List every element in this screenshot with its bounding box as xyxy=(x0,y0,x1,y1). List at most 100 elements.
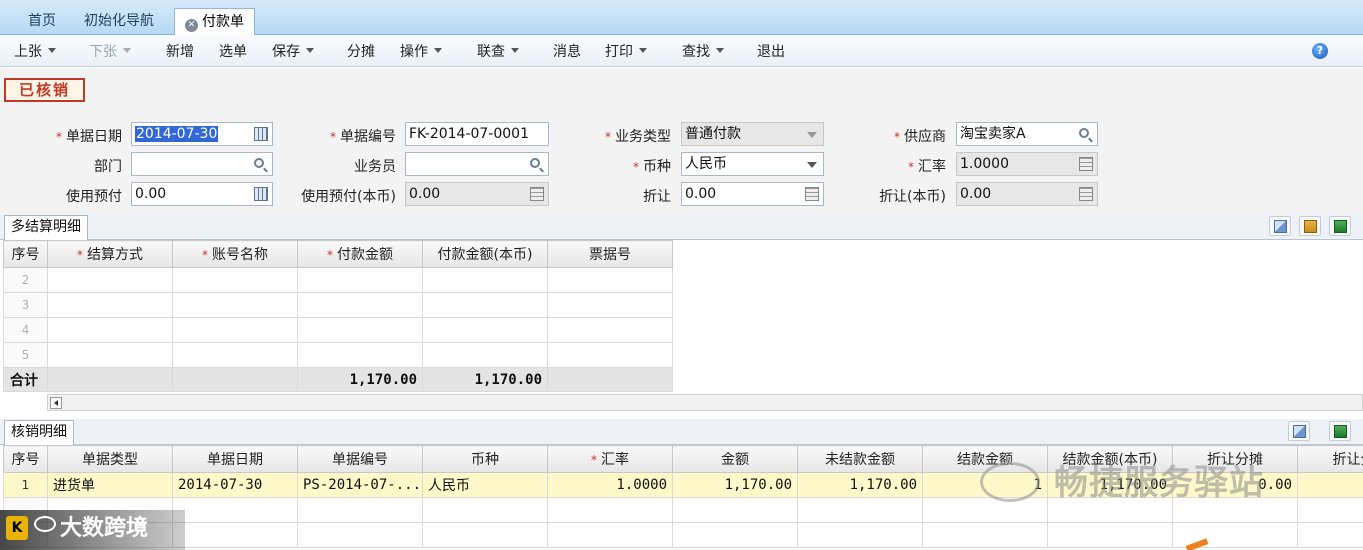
discount-local-field[interactable]: 0.00 xyxy=(956,182,1098,206)
calendar-icon[interactable] xyxy=(254,127,268,141)
table-cell[interactable] xyxy=(547,267,673,293)
column-header[interactable]: 付款金额(本币) xyxy=(422,240,548,268)
supplier-field[interactable]: 淘宝卖家A xyxy=(956,122,1098,146)
copy-button[interactable] xyxy=(1269,216,1291,236)
toolbar-find-button[interactable]: 查找 xyxy=(682,41,724,61)
table-cell[interactable] xyxy=(547,342,673,368)
table-cell[interactable] xyxy=(297,267,423,293)
column-header[interactable]: 序号 xyxy=(3,445,48,473)
column-header[interactable]: 单据日期 xyxy=(172,445,298,473)
close-icon[interactable]: ✕ xyxy=(185,19,198,32)
toolbar-query-button[interactable]: 联查 xyxy=(477,41,519,61)
table-cell[interactable] xyxy=(422,497,548,523)
column-header[interactable]: 折让分摊 xyxy=(1297,445,1363,473)
calculator-icon[interactable] xyxy=(805,187,819,201)
column-header[interactable]: 单据编号 xyxy=(297,445,423,473)
copy-button[interactable] xyxy=(1288,421,1310,441)
column-header[interactable]: 单据类型 xyxy=(47,445,173,473)
table-cell[interactable] xyxy=(672,522,798,548)
table-cell[interactable] xyxy=(547,522,673,548)
table-cell[interactable] xyxy=(422,292,548,318)
table-cell[interactable] xyxy=(922,522,1048,548)
staff-field[interactable] xyxy=(405,152,549,176)
toolbar-save-button[interactable]: 保存 xyxy=(272,41,314,61)
toolbar-print-button[interactable]: 打印 xyxy=(605,41,647,61)
paste-button[interactable] xyxy=(1299,216,1321,236)
tab-payment[interactable]: ✕ 付款单 xyxy=(174,8,255,35)
column-header[interactable]: * 账号名称 xyxy=(172,240,298,268)
table-cell[interactable] xyxy=(172,497,298,523)
chevron-down-icon[interactable] xyxy=(807,132,817,138)
toolbar-allocate-button[interactable]: 分摊 xyxy=(347,41,375,61)
column-header[interactable]: * 结算方式 xyxy=(47,240,173,268)
table-cell[interactable]: 进货单 xyxy=(47,472,173,498)
column-header[interactable]: * 汇率 xyxy=(547,445,673,473)
discount-field[interactable]: 0.00 xyxy=(681,182,824,206)
table-cell[interactable] xyxy=(1297,497,1363,523)
table-cell[interactable] xyxy=(297,497,423,523)
tab-init-guide[interactable]: 初始化导航 xyxy=(74,8,164,35)
toolbar-message-button[interactable]: 消息 xyxy=(553,41,581,61)
horizontal-scrollbar[interactable] xyxy=(47,394,1363,411)
prepay-local-field[interactable]: 0.00 xyxy=(405,182,549,206)
toolbar-operate-button[interactable]: 操作 xyxy=(400,41,442,61)
table-cell[interactable]: 人民币 xyxy=(422,472,548,498)
column-header[interactable]: 票据号 xyxy=(547,240,673,268)
table-cell[interactable] xyxy=(797,522,923,548)
table-cell[interactable] xyxy=(172,522,298,548)
chevron-down-icon[interactable] xyxy=(807,162,817,168)
table-cell[interactable] xyxy=(172,267,298,293)
toolbar-new-button[interactable]: 新增 xyxy=(166,41,194,61)
toolbar-next-button[interactable]: 下张 xyxy=(89,41,131,61)
table-cell[interactable] xyxy=(547,497,673,523)
calculator-icon[interactable] xyxy=(1079,187,1093,201)
table-cell[interactable] xyxy=(297,522,423,548)
biz-type-select[interactable]: 普通付款 xyxy=(681,122,824,146)
table-cell[interactable]: PS-2014-07-... xyxy=(297,472,423,498)
doc-date-field[interactable]: 2014-07-30 xyxy=(131,122,273,146)
table-cell[interactable] xyxy=(172,292,298,318)
column-header[interactable]: 金额 xyxy=(672,445,798,473)
table-cell[interactable] xyxy=(47,292,173,318)
column-header[interactable]: * 付款金额 xyxy=(297,240,423,268)
search-icon[interactable] xyxy=(530,158,540,168)
table-row[interactable]: 4 xyxy=(3,317,673,343)
search-icon[interactable] xyxy=(1079,128,1089,138)
toolbar-exit-button[interactable]: 退出 xyxy=(757,41,785,61)
scroll-left-icon[interactable] xyxy=(50,397,62,409)
doc-no-field[interactable]: FK-2014-07-0001 xyxy=(405,122,549,146)
table-cell[interactable] xyxy=(1297,522,1363,548)
table-cell[interactable]: 2014-07-30 xyxy=(172,472,298,498)
table-cell[interactable] xyxy=(297,342,423,368)
table-cell[interactable] xyxy=(422,522,548,548)
table-cell[interactable]: 1,170.00 xyxy=(797,472,923,498)
table-cell[interactable] xyxy=(172,342,298,368)
table-cell[interactable] xyxy=(47,267,173,293)
table-cell[interactable] xyxy=(797,497,923,523)
table-cell[interactable] xyxy=(1297,472,1363,498)
table-cell[interactable] xyxy=(422,342,548,368)
table-row[interactable] xyxy=(3,522,1363,548)
table-row[interactable]: 5 xyxy=(3,342,673,368)
toolbar-select-button[interactable]: 选单 xyxy=(219,41,247,61)
column-header[interactable]: 序号 xyxy=(3,240,48,268)
table-cell[interactable] xyxy=(672,497,798,523)
table-cell[interactable] xyxy=(547,317,673,343)
column-header[interactable]: 未结款金额 xyxy=(797,445,923,473)
table-cell[interactable] xyxy=(297,292,423,318)
tab-home[interactable]: 首页 xyxy=(18,8,66,35)
table-cell[interactable] xyxy=(422,267,548,293)
export-excel-button[interactable] xyxy=(1329,216,1351,236)
table-cell[interactable] xyxy=(422,317,548,343)
calendar-icon[interactable] xyxy=(254,187,268,201)
table-cell[interactable] xyxy=(47,342,173,368)
prepay-field[interactable]: 0.00 xyxy=(131,182,273,206)
search-icon[interactable] xyxy=(254,158,264,168)
toolbar-prev-button[interactable]: 上张 xyxy=(14,41,56,61)
table-row[interactable]: 2 xyxy=(3,267,673,293)
table-cell[interactable] xyxy=(172,317,298,343)
dept-field[interactable] xyxy=(131,152,273,176)
table-row[interactable]: 3 xyxy=(3,292,673,318)
calculator-icon[interactable] xyxy=(530,187,544,201)
rate-field[interactable]: 1.0000 xyxy=(956,152,1098,176)
